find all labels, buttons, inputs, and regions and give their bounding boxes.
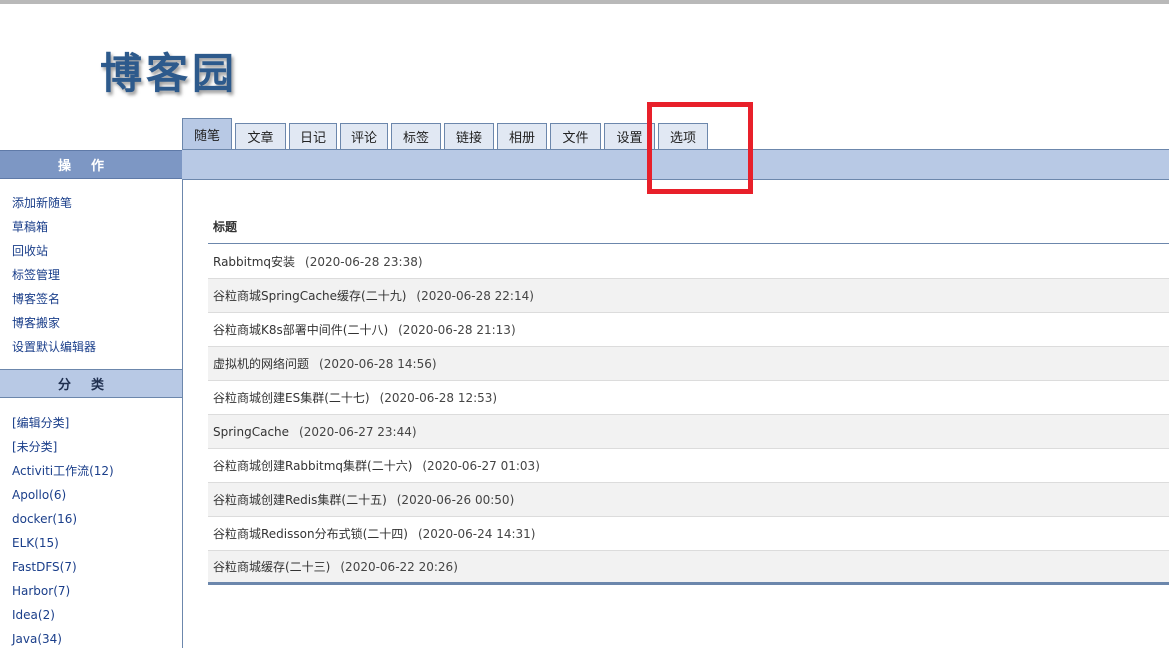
category-item[interactable]: Apollo(6) [12, 483, 182, 507]
sidebar: 操作 添加新随笔 草稿箱 回收站 标签管理 博客签名 博客搬家 设置默认编辑器 … [0, 150, 182, 648]
post-title-link[interactable]: 虚拟机的网络问题 [213, 355, 309, 372]
post-date: (2020-06-28 12:53) [379, 390, 498, 405]
table-row: 虚拟机的网络问题 (2020-06-28 14:56) [208, 347, 1169, 381]
tab-content-band [182, 149, 1169, 180]
post-date: (2020-06-26 00:50) [396, 492, 515, 507]
table-row: 谷粒商城K8s部署中间件(二十八) (2020-06-28 21:13) [208, 313, 1169, 347]
category-item[interactable]: docker(16) [12, 507, 182, 531]
table-row: 谷粒商城创建Redis集群(二十五) (2020-06-26 00:50) [208, 483, 1169, 517]
post-date: (2020-06-28 22:14) [416, 288, 534, 303]
ops-header: 操作 [0, 150, 182, 179]
sidebar-item-tag-management[interactable]: 标签管理 [12, 263, 182, 287]
category-header: 分类 [0, 369, 182, 398]
sidebar-item-default-editor[interactable]: 设置默认编辑器 [12, 335, 182, 359]
post-title-link[interactable]: 谷粒商城创建Redis集群(二十五) [213, 491, 387, 508]
column-header-title: 标题 [208, 210, 1169, 244]
post-date: (2020-06-22 20:26) [340, 559, 458, 574]
post-title-link[interactable]: 谷粒商城缓存(二十三) [213, 558, 330, 575]
tab-albums[interactable]: 相册 [497, 123, 547, 149]
post-title-link[interactable]: SpringCache [213, 425, 289, 439]
post-title-link[interactable]: 谷粒商城创建Rabbitmq集群(二十六) [213, 457, 412, 474]
post-rows: Rabbitmq安装 (2020-06-28 23:38) 谷粒商城Spring… [208, 245, 1169, 585]
post-title-link[interactable]: 谷粒商城创建ES集群(二十七) [213, 389, 370, 406]
post-date: (2020-06-28 21:13) [398, 322, 516, 337]
table-row: 谷粒商城创建Rabbitmq集群(二十六) (2020-06-27 01:03) [208, 449, 1169, 483]
category-item[interactable]: [未分类] [12, 435, 182, 459]
tab-diary[interactable]: 日记 [289, 123, 337, 149]
tab-links[interactable]: 链接 [444, 123, 494, 149]
table-row: Rabbitmq安装 (2020-06-28 23:38) [208, 245, 1169, 279]
content-divider [182, 180, 183, 648]
post-date: (2020-06-27 01:03) [422, 458, 540, 473]
table-row: SpringCache (2020-06-27 23:44) [208, 415, 1169, 449]
sidebar-item-blog-migration[interactable]: 博客搬家 [12, 311, 182, 335]
post-date: (2020-06-28 23:38) [305, 254, 423, 269]
category-item[interactable]: Activiti工作流(12) [12, 459, 182, 483]
post-list: 标题 Rabbitmq安装 (2020-06-28 23:38) 谷粒商城Spr… [208, 210, 1169, 585]
table-row: 谷粒商城创建ES集群(二十七) (2020-06-28 12:53) [208, 381, 1169, 415]
tab-bar: 随笔 文章 日记 评论 标签 链接 相册 文件 设置 选项 [182, 118, 708, 149]
page: 博客园 随笔 文章 日记 评论 标签 链接 相册 文件 设置 选项 操作 添加新… [0, 0, 1169, 648]
tab-options[interactable]: 选项 [658, 123, 708, 149]
table-row: 谷粒商城缓存(二十三) (2020-06-22 20:26) [208, 551, 1169, 585]
post-date: (2020-06-24 14:31) [417, 526, 536, 541]
post-title-link[interactable]: Rabbitmq安装 [213, 253, 295, 270]
table-row: 谷粒商城Redisson分布式锁(二十四) (2020-06-24 14:31) [208, 517, 1169, 551]
tab-files[interactable]: 文件 [550, 123, 601, 149]
post-date: (2020-06-28 14:56) [319, 356, 437, 371]
sidebar-item-drafts[interactable]: 草稿箱 [12, 215, 182, 239]
category-item[interactable]: ELK(15) [12, 531, 182, 555]
category-item[interactable]: FastDFS(7) [12, 555, 182, 579]
tab-tags[interactable]: 标签 [391, 123, 441, 149]
post-date: (2020-06-27 23:44) [299, 424, 417, 439]
category-item[interactable]: Java(34) [12, 627, 182, 648]
category-list: [编辑分类] [未分类] Activiti工作流(12) Apollo(6) d… [0, 398, 182, 648]
sidebar-item-recycle-bin[interactable]: 回收站 [12, 239, 182, 263]
post-title-link[interactable]: 谷粒商城K8s部署中间件(二十八) [213, 321, 388, 338]
table-row: 谷粒商城SpringCache缓存(二十九) (2020-06-28 22:14… [208, 279, 1169, 313]
tab-settings[interactable]: 设置 [604, 123, 655, 149]
site-logo[interactable]: 博客园 [100, 40, 238, 101]
tab-articles[interactable]: 文章 [235, 123, 286, 149]
tab-comments[interactable]: 评论 [340, 123, 388, 149]
category-item[interactable]: Idea(2) [12, 603, 182, 627]
category-item[interactable]: Harbor(7) [12, 579, 182, 603]
ops-list: 添加新随笔 草稿箱 回收站 标签管理 博客签名 博客搬家 设置默认编辑器 [0, 179, 182, 369]
sidebar-item-blog-signature[interactable]: 博客签名 [12, 287, 182, 311]
post-title-link[interactable]: 谷粒商城SpringCache缓存(二十九) [213, 287, 406, 304]
tab-posts[interactable]: 随笔 [182, 118, 232, 149]
sidebar-item-add-post[interactable]: 添加新随笔 [12, 191, 182, 215]
post-title-link[interactable]: 谷粒商城Redisson分布式锁(二十四) [213, 525, 408, 542]
category-item[interactable]: [编辑分类] [12, 411, 182, 435]
